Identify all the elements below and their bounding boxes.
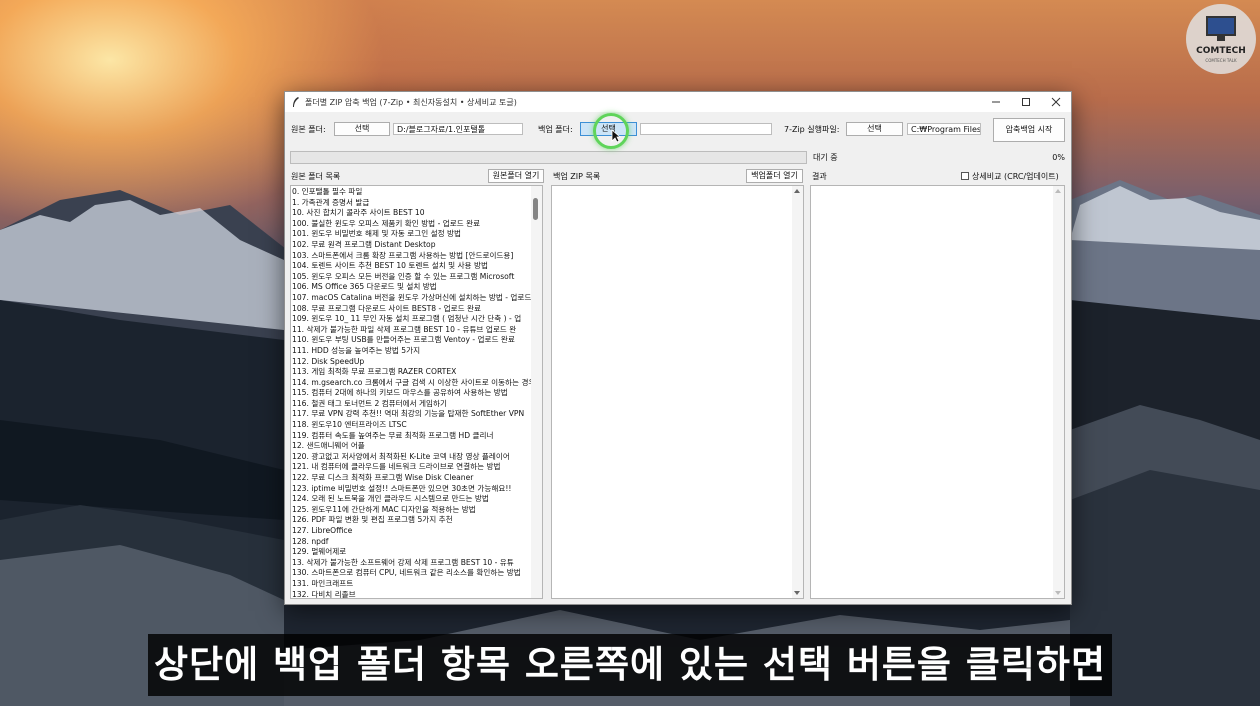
source-list-title: 원본 폴더 목록 xyxy=(291,172,341,181)
scroll-down-arrow-icon[interactable] xyxy=(1055,591,1061,595)
list-item[interactable]: 0. 인포탤톨 필수 파일 xyxy=(292,187,534,198)
open-source-folder-button[interactable]: 원본폴더 열기 xyxy=(488,169,544,183)
list-item[interactable]: 123. iptime 비밀번호 설정!! 스마트폰만 있으면 30초면 가능해… xyxy=(292,484,534,495)
detail-compare-label: 상세비교 (CRC/업데이트) xyxy=(972,172,1059,181)
maximize-icon xyxy=(1022,98,1030,106)
list-item[interactable]: 132. 다비치 리졸브 xyxy=(292,590,534,598)
list-item[interactable]: 129. 멀웨어제로 xyxy=(292,547,534,558)
list-item[interactable]: 110. 윈도우 부팅 USB를 만들어주는 프로그램 Ventoy - 업로드… xyxy=(292,335,534,346)
list-item[interactable]: 106. MS Office 365 다운로드 및 설치 방법 xyxy=(292,282,534,293)
result-scrollbar[interactable] xyxy=(1053,186,1064,598)
source-folder-label: 원본 폴더: xyxy=(291,125,326,134)
zip-path-field[interactable]: C:₩Program Files₩ xyxy=(907,123,981,135)
list-item[interactable]: 104. 토렌트 사이트 추천 BEST 10 토렌트 설치 및 사용 방법 xyxy=(292,261,534,272)
list-item[interactable]: 130. 스마트폰으로 컴퓨터 CPU, 네트워크 같은 리소스를 확인하는 방… xyxy=(292,568,534,579)
backup-zip-list[interactable] xyxy=(551,185,804,599)
feather-icon xyxy=(293,97,299,107)
list-item[interactable]: 121. 내 컴퓨터에 클라우드를 네트워크 드라이브로 연결하는 방법 xyxy=(292,462,534,473)
list-item[interactable]: 126. PDF 파일 변환 및 편집 프로그램 5가지 추천 xyxy=(292,515,534,526)
list-item[interactable]: 111. HDD 성능을 높여주는 방법 5가지 xyxy=(292,346,534,357)
maximize-button[interactable] xyxy=(1011,92,1041,112)
backup-folder-label: 백업 폴더: xyxy=(538,125,573,134)
list-item[interactable]: 1. 가족관계 증명서 발급 xyxy=(292,198,534,209)
list-item[interactable]: 10. 사진 합치기 콜라주 사이트 BEST 10 xyxy=(292,208,534,219)
list-item[interactable]: 120. 광고없고 저사양에서 최적화된 K-Lite 코덱 내장 영상 플레이… xyxy=(292,452,534,463)
list-item[interactable]: 125. 윈도우11에 간단하게 MAC 디자인을 적용하는 방법 xyxy=(292,505,534,516)
detail-compare-checkbox[interactable] xyxy=(961,172,969,180)
minimize-button[interactable] xyxy=(981,92,1011,112)
list-item[interactable]: 124. 오래 된 노트북을 개인 클라우드 시스템으로 만드는 방법 xyxy=(292,494,534,505)
result-panel[interactable] xyxy=(810,185,1065,599)
scroll-up-arrow-icon[interactable] xyxy=(1055,189,1061,193)
list-item[interactable]: 114. m.gsearch.co 크롬에서 구글 검색 시 이상한 사이트로 … xyxy=(292,378,534,389)
source-path-field[interactable]: D:/블로그자료/1.인포탤톨 xyxy=(393,123,523,135)
list-item[interactable]: 12. 샌드애니웨어 어플 xyxy=(292,441,534,452)
scroll-up-arrow-icon[interactable] xyxy=(794,189,800,193)
list-item[interactable]: 102. 무료 원격 프로그램 Distant Desktop xyxy=(292,240,534,251)
list-item[interactable]: 13. 삭제가 불가능한 소프트웨어 강제 삭제 프로그램 BEST 10 - … xyxy=(292,558,534,569)
list-item[interactable]: 119. 컴퓨터 속도를 높여주는 무료 최적화 프로그램 HD 클리너 xyxy=(292,431,534,442)
status-text: 대기 중 xyxy=(813,153,838,162)
list-item[interactable]: 109. 윈도우 10_ 11 무인 자동 설치 프로그램 ( 엄청난 시간 단… xyxy=(292,314,534,325)
list-item[interactable]: 127. LibreOffice xyxy=(292,526,534,537)
zip-select-button[interactable]: 선택 xyxy=(846,122,903,136)
list-item[interactable]: 118. 윈도우10 엔터프라이즈 LTSC xyxy=(292,420,534,431)
list-item[interactable]: 105. 윈도우 오피스 모든 버전을 인증 할 수 있는 프로그램 Micro… xyxy=(292,272,534,283)
close-icon xyxy=(1051,97,1061,107)
mouse-cursor-icon xyxy=(611,129,621,143)
monitor-icon xyxy=(1206,16,1236,36)
close-button[interactable] xyxy=(1041,92,1071,112)
video-subtitle: 상단에 백업 폴더 항목 오른쪽에 있는 선택 버튼을 클릭하면 xyxy=(148,634,1112,696)
backup-path-field[interactable] xyxy=(640,123,772,135)
start-backup-button[interactable]: 압축백업 시작 xyxy=(993,118,1065,142)
list-item[interactable]: 122. 무료 디스크 최적화 프로그램 Wise Disk Cleaner xyxy=(292,473,534,484)
source-list-scrollbar[interactable] xyxy=(531,186,542,598)
open-backup-folder-button[interactable]: 백업폴더 열기 xyxy=(746,169,803,183)
list-item[interactable]: 11. 삭제가 불가능한 파일 삭제 프로그램 BEST 10 - 유튜브 업로… xyxy=(292,325,534,336)
list-item[interactable]: 128. npdf xyxy=(292,537,534,548)
app-window: 폴더별 ZIP 압축 백업 (7-Zip • 최신자동설치 • 상세비교 토글)… xyxy=(284,91,1072,605)
logo-name: COMTECH xyxy=(1196,46,1246,56)
scroll-down-arrow-icon[interactable] xyxy=(794,591,800,595)
result-title: 결과 xyxy=(812,172,827,181)
title-bar[interactable]: 폴더별 ZIP 압축 백업 (7-Zip • 최신자동설치 • 상세비교 토글) xyxy=(285,92,1071,112)
zip-exe-label: 7-Zip 실행파일: xyxy=(784,125,840,134)
list-item[interactable]: 100. 불실한 윈도우 오피스 제품키 확인 방법 - 업로드 완료 xyxy=(292,219,534,230)
list-item[interactable]: 131. 마인크래프트 xyxy=(292,579,534,590)
progress-percent: 0% xyxy=(1052,153,1065,162)
backup-list-title: 백업 ZIP 목록 xyxy=(553,172,601,181)
list-item[interactable]: 103. 스마트폰에서 크롬 확장 프로그램 사용하는 방법 [안드로이드용] xyxy=(292,251,534,262)
list-item[interactable]: 116. 철권 태그 토너먼트 2 컴퓨터에서 게임하기 xyxy=(292,399,534,410)
list-item[interactable]: 117. 무료 VPN 강력 추천!! 역대 최강의 기능을 탑재한 SoftE… xyxy=(292,409,534,420)
list-item[interactable]: 112. Disk SpeedUp xyxy=(292,357,534,368)
list-item[interactable]: 107. macOS Catalina 버전을 윈도우 가상머신에 설치하는 방… xyxy=(292,293,534,304)
source-folder-list[interactable]: 0. 인포탤톨 필수 파일 1. 가족관계 증명서 발급 10. 사진 합치기 콜라… xyxy=(290,185,543,599)
minimize-icon xyxy=(992,101,1000,103)
scroll-thumb[interactable] xyxy=(533,198,538,220)
list-item[interactable]: 113. 게임 최적화 무료 프로그램 RAZER CORTEX xyxy=(292,367,534,378)
progress-bar xyxy=(290,151,807,164)
source-select-button[interactable]: 선택 xyxy=(334,122,390,136)
window-title: 폴더별 ZIP 압축 백업 (7-Zip • 최신자동설치 • 상세비교 토글) xyxy=(305,98,517,107)
channel-logo: COMTECH COMTECH TALK xyxy=(1186,4,1256,74)
list-item[interactable]: 108. 무료 프로그램 다운로드 사이트 BEST8 - 업로드 완료 xyxy=(292,304,534,315)
list-item[interactable]: 101. 윈도우 비밀번호 해제 및 자동 로그인 설정 방법 xyxy=(292,229,534,240)
logo-tagline: COMTECH TALK xyxy=(1205,58,1237,63)
list-item[interactable]: 115. 컴퓨터 2대에 하나의 키보드 마우스를 공유하여 사용하는 방법 xyxy=(292,388,534,399)
backup-list-scrollbar[interactable] xyxy=(792,186,803,598)
